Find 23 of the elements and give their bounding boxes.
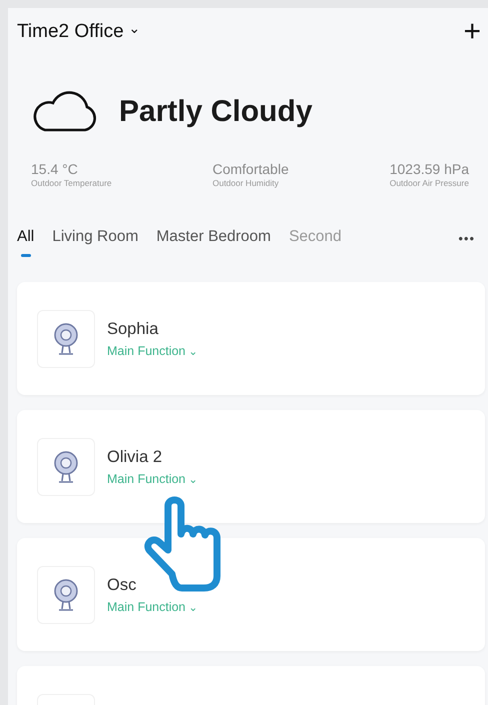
webcam-icon — [53, 578, 79, 612]
room-tab[interactable]: Living Room — [52, 228, 138, 257]
weather-condition: Partly Cloudy — [119, 94, 312, 130]
add-button[interactable]: + — [459, 17, 485, 47]
device-name: Sophia — [107, 318, 160, 340]
webcam-icon — [53, 450, 79, 484]
room-tab[interactable]: Master Bedroom — [156, 228, 271, 257]
device-card[interactable]: Olivia 2 Main Function ⌄ — [17, 410, 485, 524]
stat-value: Comfortable — [212, 162, 289, 178]
more-button[interactable]: ••• — [452, 228, 481, 250]
stat-label: Outdoor Air Pressure — [390, 177, 469, 190]
stat-value: 15.4 °C — [31, 162, 79, 178]
stat-value: 1023.59 hPa — [390, 162, 469, 178]
stat-label: Outdoor Humidity — [212, 177, 280, 190]
device-card[interactable]: Sophia Main Function ⌄ — [17, 282, 485, 396]
room-tab[interactable]: All — [17, 228, 34, 257]
webcam-icon — [53, 322, 79, 356]
device-name: Olivia 2 — [107, 446, 164, 468]
device-card[interactable]: Osc Main Function ⌄ — [17, 538, 485, 652]
device-name: Osc — [107, 574, 138, 596]
location-selector[interactable]: Time2 Office ⌄ — [17, 18, 141, 46]
stat-label: Outdoor Temperature — [31, 177, 112, 190]
cloud-icon — [31, 90, 99, 132]
